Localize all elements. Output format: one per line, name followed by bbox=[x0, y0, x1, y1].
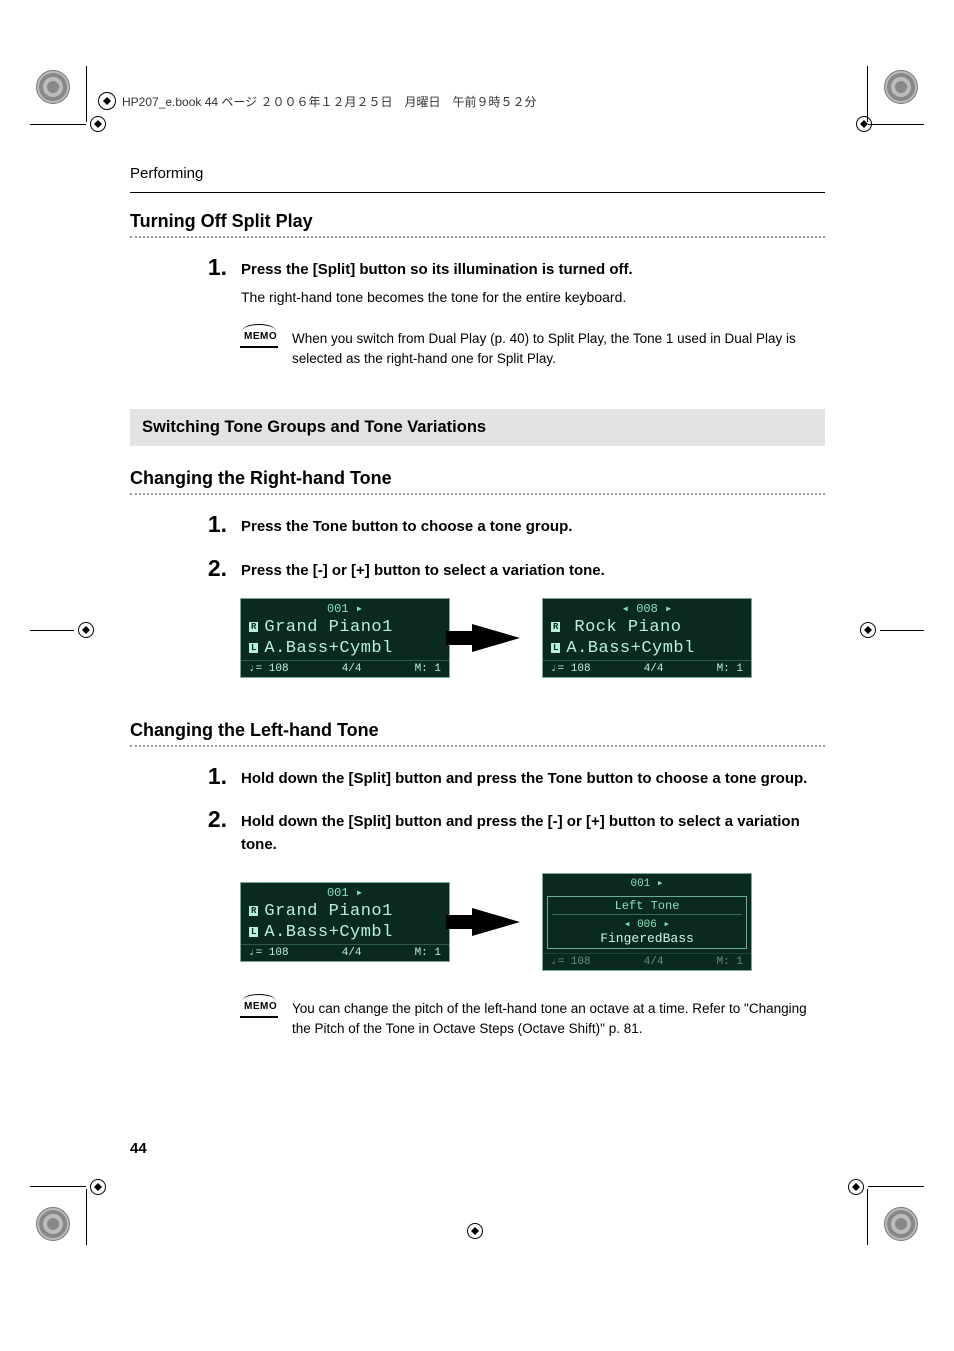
lcd-popup-selector: ◂ 006 ▸ bbox=[552, 917, 742, 931]
page-content: Performing Turning Off Split Play 1. Pre… bbox=[130, 165, 825, 1059]
crop-line bbox=[30, 630, 74, 631]
step-text: Press the [Split] button so its illumina… bbox=[241, 258, 633, 281]
page-number: 44 bbox=[130, 1140, 147, 1157]
print-corner-top-left bbox=[36, 70, 70, 104]
lcd-screen-after: ◂ 008 ▸ R Rock Piano L A.Bass+Cymbl ♩= 108… bbox=[542, 598, 752, 678]
registration-mark-icon bbox=[848, 1179, 864, 1195]
step-text: Hold down the [Split] button and press t… bbox=[241, 810, 825, 857]
crop-line bbox=[867, 1189, 868, 1245]
lcd-comparison-row: 001 ▸ R Grand Piano1 L A.Bass+Cymbl ♩= 108… bbox=[240, 873, 825, 971]
memo-text: When you switch from Dual Play (p. 40) t… bbox=[292, 329, 825, 370]
crop-line bbox=[86, 66, 87, 122]
print-header: HP207_e.book 44 ページ ２００６年１２月２５日 月曜日 午前９時… bbox=[98, 92, 537, 110]
lcd-tempo: ♩= 108 bbox=[249, 947, 289, 959]
heading-turning-off-split-play: Turning Off Split Play bbox=[130, 211, 825, 232]
heading-switching-tone-groups: Switching Tone Groups and Tone Variation… bbox=[130, 409, 825, 446]
lcd-tag-r: R bbox=[249, 906, 258, 916]
lcd-tag-r: R bbox=[249, 622, 258, 632]
registration-mark-icon bbox=[856, 116, 872, 132]
lcd-tag-l: L bbox=[249, 927, 258, 937]
crop-line bbox=[880, 630, 924, 631]
print-corner-top-right bbox=[884, 70, 918, 104]
lcd-line-l: A.Bass+Cymbl bbox=[264, 923, 392, 942]
lcd-measure: M: 1 bbox=[717, 663, 743, 675]
registration-mark-icon bbox=[467, 1223, 483, 1239]
step-item: 1. Hold down the [Split] button and pres… bbox=[205, 765, 825, 790]
lcd-measure: M: 1 bbox=[717, 956, 743, 968]
lcd-line-l: A.Bass+Cymbl bbox=[566, 639, 694, 658]
step-item: 1. Press the [Split] button so its illum… bbox=[205, 256, 825, 309]
lcd-timesig: 4/4 bbox=[644, 663, 664, 675]
registration-mark-icon bbox=[98, 92, 116, 110]
lcd-line-r: Grand Piano1 bbox=[264, 902, 392, 921]
memo-block: MEMO When you switch from Dual Play (p. … bbox=[240, 329, 825, 370]
crop-line bbox=[30, 1186, 86, 1187]
heading-changing-right-hand-tone: Changing the Right-hand Tone bbox=[130, 468, 825, 489]
registration-mark-icon bbox=[78, 622, 94, 638]
step-subtext: The right-hand tone becomes the tone for… bbox=[241, 287, 633, 309]
lcd-tag-l: L bbox=[551, 643, 560, 653]
step-item: 1. Press the Tone button to choose a ton… bbox=[205, 513, 825, 538]
step-number: 1. bbox=[205, 256, 227, 309]
step-number: 2. bbox=[205, 808, 227, 857]
memo-block: MEMO You can change the pitch of the lef… bbox=[240, 999, 825, 1040]
crop-line bbox=[867, 66, 868, 122]
crop-line bbox=[30, 124, 86, 125]
step-number: 1. bbox=[205, 513, 227, 538]
registration-mark-icon bbox=[90, 1179, 106, 1195]
lcd-line-l: A.Bass+Cymbl bbox=[264, 639, 392, 658]
step-text: Press the [-] or [+] button to select a … bbox=[241, 559, 605, 582]
dotted-divider bbox=[130, 745, 825, 747]
lcd-tag-r: R bbox=[551, 622, 560, 632]
print-info-text: HP207_e.book 44 ページ ２００６年１２月２５日 月曜日 午前９時… bbox=[122, 93, 537, 110]
arrow-right-icon bbox=[472, 624, 520, 652]
step-number: 1. bbox=[205, 765, 227, 790]
lcd-measure: M: 1 bbox=[415, 947, 441, 959]
divider bbox=[130, 192, 825, 193]
registration-mark-icon bbox=[860, 622, 876, 638]
print-corner-bottom-left bbox=[36, 1207, 70, 1241]
lcd-timesig: 4/4 bbox=[644, 956, 664, 968]
lcd-comparison-row: 001 ▸ R Grand Piano1 L A.Bass+Cymbl ♩= 108… bbox=[240, 598, 825, 678]
lcd-line-r: Rock Piano bbox=[574, 618, 681, 637]
arrow-right-icon bbox=[472, 908, 520, 936]
lcd-screen-before: 001 ▸ R Grand Piano1 L A.Bass+Cymbl ♩= 108… bbox=[240, 882, 450, 962]
lcd-selector: 001 ▸ bbox=[241, 599, 449, 618]
lcd-selector: ◂ 008 ▸ bbox=[543, 599, 751, 618]
section-label: Performing bbox=[130, 165, 825, 182]
lcd-tempo: ♩= 108 bbox=[551, 956, 591, 968]
lcd-measure: M: 1 bbox=[415, 663, 441, 675]
memo-text: You can change the pitch of the left-han… bbox=[292, 999, 825, 1040]
memo-icon: MEMO bbox=[240, 999, 278, 1018]
lcd-selector: 001 ▸ bbox=[241, 883, 449, 902]
registration-mark-icon bbox=[90, 116, 106, 132]
crop-line bbox=[868, 1186, 924, 1187]
lcd-popup-value: FingeredBass bbox=[552, 931, 742, 946]
lcd-screen-before: 001 ▸ R Grand Piano1 L A.Bass+Cymbl ♩= 108… bbox=[240, 598, 450, 678]
step-item: 2. Press the [-] or [+] button to select… bbox=[205, 557, 825, 582]
lcd-tempo: ♩= 108 bbox=[249, 663, 289, 675]
step-number: 2. bbox=[205, 557, 227, 582]
lcd-timesig: 4/4 bbox=[342, 947, 362, 959]
crop-line bbox=[86, 1189, 87, 1245]
lcd-line-r: Grand Piano1 bbox=[264, 618, 392, 637]
print-corner-bottom-right bbox=[884, 1207, 918, 1241]
lcd-popup: Left Tone ◂ 006 ▸ FingeredBass bbox=[547, 896, 747, 949]
step-text: Press the Tone button to choose a tone g… bbox=[241, 515, 572, 538]
lcd-tag-l: L bbox=[249, 643, 258, 653]
lcd-selector: 001 ▸ bbox=[543, 874, 751, 892]
dotted-divider bbox=[130, 493, 825, 495]
step-text: Hold down the [Split] button and press t… bbox=[241, 767, 807, 790]
lcd-timesig: 4/4 bbox=[342, 663, 362, 675]
lcd-popup-title: Left Tone bbox=[552, 899, 742, 915]
lcd-tempo: ♩= 108 bbox=[551, 663, 591, 675]
dotted-divider bbox=[130, 236, 825, 238]
memo-icon: MEMO bbox=[240, 329, 278, 348]
lcd-screen-after: 001 ▸ Left Tone ◂ 006 ▸ FingeredBass ♩= … bbox=[542, 873, 752, 971]
crop-line bbox=[868, 124, 924, 125]
step-item: 2. Hold down the [Split] button and pres… bbox=[205, 808, 825, 857]
heading-changing-left-hand-tone: Changing the Left-hand Tone bbox=[130, 720, 825, 741]
